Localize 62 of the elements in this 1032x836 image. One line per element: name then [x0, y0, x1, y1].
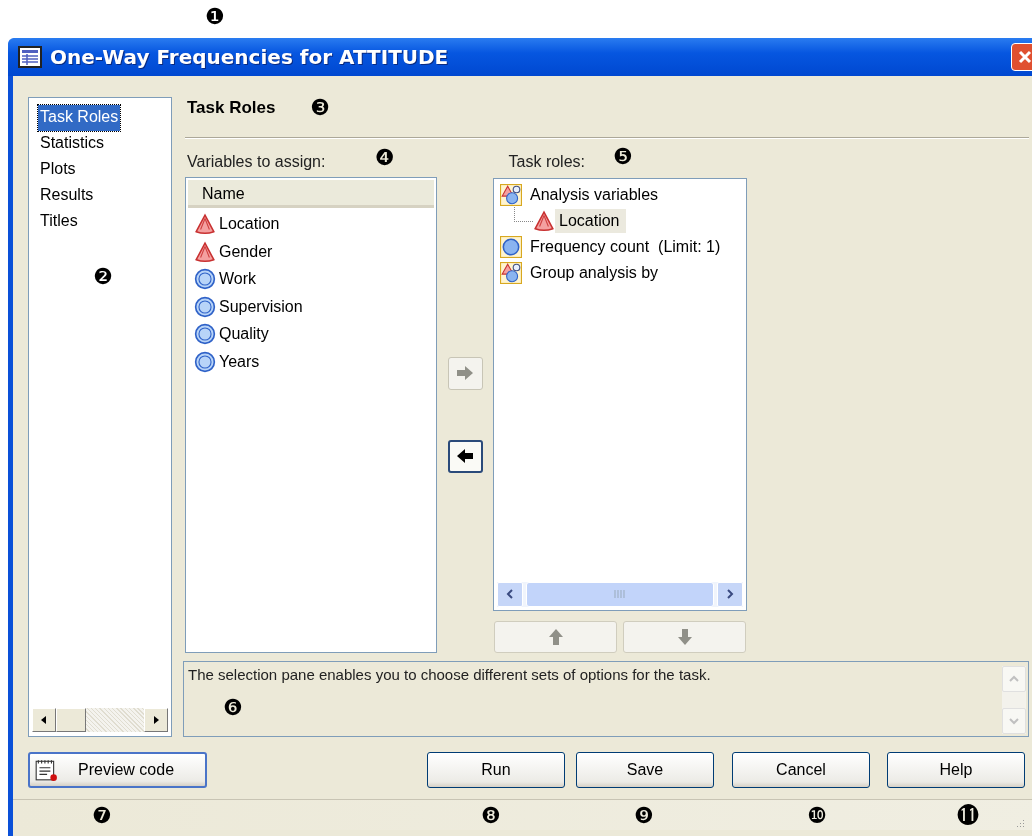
callout-number: ❽ [481, 803, 501, 829]
navigation-item[interactable]: Results [38, 183, 96, 209]
callout-number: ⓫ [957, 803, 979, 829]
numeric-role-icon [500, 235, 522, 258]
variables-label: Variables to assign: [186, 152, 326, 171]
callout-number: ❶ [205, 4, 225, 30]
left-chevron-icon [505, 589, 515, 600]
variable-item[interactable]: Gender [188, 238, 434, 266]
callout-number: ❺ [613, 144, 633, 170]
navigation-item[interactable]: Plots [38, 157, 78, 183]
navigation-item[interactable]: Task Roles [38, 105, 121, 131]
close-button[interactable] [1011, 43, 1032, 71]
dialog-button[interactable]: Save [576, 752, 714, 788]
horizontal-scrollbar[interactable] [497, 581, 743, 607]
up-chevron-icon [1009, 673, 1019, 684]
role-icon [500, 261, 522, 284]
navigation-item[interactable]: Titles [38, 209, 80, 235]
right-triangle-icon [151, 715, 161, 725]
assigned-variable[interactable]: Location [555, 208, 626, 233]
variable-item[interactable]: Quality [188, 320, 434, 349]
left-triangle-icon [39, 715, 49, 725]
callout-number: ❾ [634, 803, 654, 829]
callout-number: ❼ [92, 803, 112, 829]
triangle-icon [194, 241, 216, 263]
numeric-circle-icon [194, 268, 216, 291]
column-header[interactable]: Name [188, 179, 434, 208]
numeric-circle-icon [194, 323, 216, 346]
grip-icon [614, 589, 626, 600]
numeric-circle-icon [194, 351, 216, 373]
navigation-item[interactable]: Statistics [38, 131, 106, 157]
callout-number: ❻ [223, 695, 243, 721]
preview-code-button[interactable]: Preview code [28, 752, 207, 788]
triangle-icon [194, 213, 216, 236]
resize-grip-icon [1017, 820, 1024, 827]
role-icon [500, 183, 522, 206]
down-chevron-icon [1009, 716, 1019, 726]
variable-item[interactable]: Work [188, 265, 434, 294]
dialog-button[interactable]: Cancel [732, 752, 870, 788]
horizontal-scrollbar[interactable] [32, 708, 168, 732]
role-item[interactable]: Group analysis by [500, 259, 746, 286]
notepad-icon [34, 758, 58, 782]
right-chevron-icon [725, 589, 735, 600]
task-roles-label: Task roles: [508, 152, 585, 171]
variable-item[interactable]: Location [188, 210, 434, 239]
section-heading: Task Roles [186, 97, 276, 119]
dialog-button[interactable]: Run [427, 752, 565, 788]
table-icon [18, 46, 42, 68]
vertical-scrollbar[interactable] [1002, 665, 1026, 734]
callout-number: ❸ [310, 95, 330, 121]
triangle-icon [533, 209, 555, 232]
window-title: One-Way Frequencies for ATTITUDE [50, 45, 450, 69]
callout-number: ❹ [375, 145, 395, 171]
callout-number: ❿ [807, 803, 827, 829]
callout-number: ❷ [93, 264, 113, 290]
role-item[interactable]: Analysis variables [500, 181, 746, 208]
role-item[interactable]: Frequency count (Limit: 1) [500, 233, 746, 260]
remove-button[interactable] [447, 439, 483, 473]
description-text: The selection pane enables you to choose different sets of options for the task. [188, 665, 711, 683]
variable-item[interactable]: Supervision [188, 293, 434, 321]
dialog-button[interactable]: Help [887, 752, 1025, 788]
variable-item[interactable]: Years [188, 348, 434, 376]
numeric-circle-icon [194, 296, 216, 318]
